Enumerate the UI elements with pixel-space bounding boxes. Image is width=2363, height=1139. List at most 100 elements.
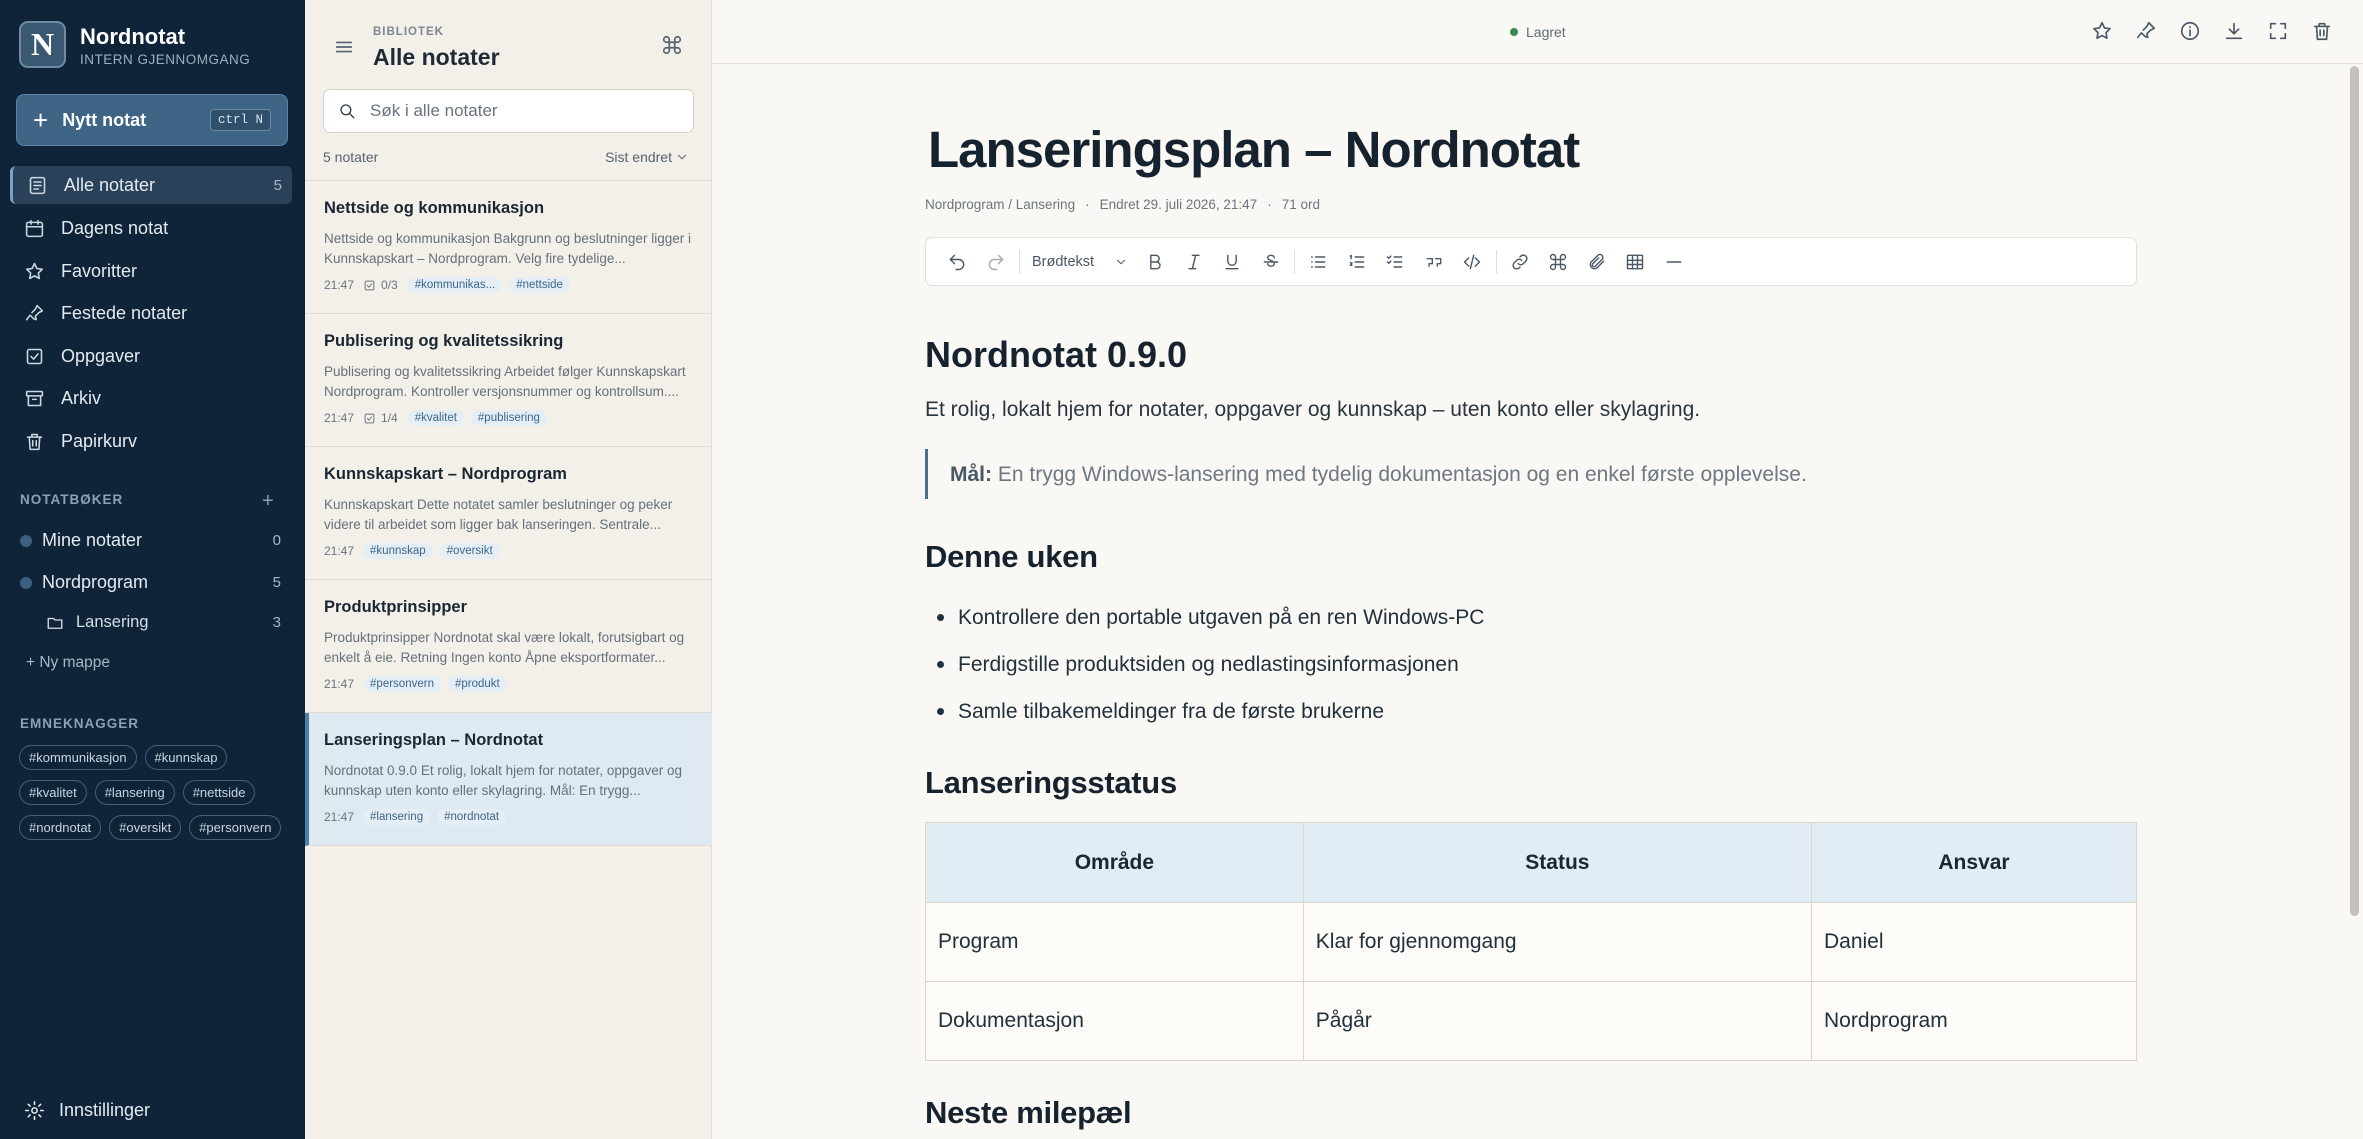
tag-chip[interactable]: #oversikt [109,815,182,840]
undo-button[interactable] [938,252,977,272]
table-cell[interactable]: Klar for gjennomgang [1302,902,1812,982]
tag-chip[interactable]: #personvern [189,815,282,840]
tag-chip[interactable]: #nettside [182,780,256,805]
settings-button[interactable]: Innstillinger [24,1100,150,1121]
scrollbar[interactable] [2350,66,2359,916]
fullscreen-icon[interactable] [2267,20,2289,42]
notebook-item-nordprogram[interactable]: Nordprogram 5 [20,572,285,593]
checklist-button[interactable] [1376,252,1415,272]
tag-chip[interactable]: #kvalitet [19,780,87,805]
add-notebook-icon[interactable]: + [262,490,274,513]
content-heading-2[interactable]: Neste milepæl [925,1095,2137,1131]
blockquote[interactable]: Mål: En trygg Windows-lansering med tyde… [925,449,2137,499]
notebook-item-mine-notater[interactable]: Mine notater 0 [20,530,285,551]
note-tag: #publisering [470,410,547,426]
new-note-button[interactable]: + Nytt notat ctrl N [16,94,288,146]
editor-actions [2091,20,2333,42]
note-card[interactable]: Produktprinsipper Produktprinsipper Nord… [305,580,712,713]
nav-tasks[interactable]: Oppgaver [10,337,292,375]
notebook-dot-icon [20,576,32,589]
list-item[interactable]: Kontrollere den portable utgaven på en r… [925,594,2137,641]
download-icon[interactable] [2223,20,2245,42]
list-item[interactable]: Samle tilbakemeldinger fra de første bru… [925,688,2137,735]
italic-button[interactable] [1175,252,1214,272]
content-paragraph[interactable]: Et rolig, lokalt hjem for notater, oppga… [925,398,2137,422]
content-heading-2[interactable]: Denne uken [925,539,2137,575]
table-header-cell[interactable]: Status [1302,822,1812,903]
breadcrumb[interactable]: Nordprogram / Lansering [925,197,1075,212]
info-icon[interactable] [2179,20,2201,42]
numbered-list-button[interactable] [1338,252,1377,272]
numbered-list-icon [1349,254,1365,268]
meta-separator: · [1085,197,1090,212]
nav-pinned[interactable]: Festede notater [10,294,292,332]
nav-todays-note[interactable]: Dagens notat [10,209,292,247]
table-header-cell[interactable]: Ansvar [1810,822,2138,903]
divider-button[interactable] [1655,252,1694,272]
underline-button[interactable] [1213,252,1252,272]
app-name: Nordnotat [80,24,186,49]
table-cell[interactable]: Program [925,902,1304,982]
redo-button[interactable] [977,252,1016,272]
note-title-heading[interactable]: Lanseringsplan – Nordnotat [928,120,2137,179]
search-icon [340,104,355,119]
folder-icon [47,617,63,629]
command-icon [1550,253,1567,270]
note-card[interactable]: Nettside og kommunikasjon Nettside og ko… [305,181,712,314]
tag-chip[interactable]: #lansering [94,780,175,805]
menu-icon[interactable] [333,36,355,58]
app-logo: N [19,21,66,68]
trash-icon[interactable] [2311,20,2333,42]
note-time: 21:47 [324,544,355,558]
nav-archive[interactable]: Arkiv [10,379,292,417]
note-meta: Nordprogram / Lansering · Endret 29. jul… [925,197,2137,212]
edited-timestamp: Endret 29. juli 2026, 21:47 [1099,197,1258,212]
search-input[interactable] [370,101,670,121]
quote-button[interactable] [1415,252,1454,272]
star-icon[interactable] [2091,20,2113,42]
table-cell[interactable]: Dokumentasjon [925,981,1304,1061]
tag-chip[interactable]: #kunnskap [144,745,228,770]
list-title: Alle notater [373,44,500,70]
note-card-selected[interactable]: Lanseringsplan – Nordnotat Nordnotat 0.9… [305,713,712,846]
link-button[interactable] [1501,252,1540,272]
checklist-icon [1387,254,1403,268]
tag-chip[interactable]: #nordnotat [19,815,102,840]
app-subtitle: INTERN GJENNOMGANG [80,52,251,67]
note-card[interactable]: Publisering og kvalitetssikring Publiser… [305,314,712,447]
quote-icon [1426,257,1442,267]
code-icon [1464,254,1481,269]
nav-all-notes[interactable]: Alle notater 5 [10,166,292,204]
folder-item-lansering[interactable]: Lansering 3 [46,613,285,632]
table-cell[interactable]: Daniel [1810,902,2138,982]
trash-icon [26,433,43,450]
toolbar-divider [1019,249,1020,274]
content-heading-1[interactable]: Nordnotat 0.9.0 [925,334,2137,376]
bold-button[interactable] [1136,252,1175,272]
content-heading-2[interactable]: Lanseringsstatus [925,765,2137,801]
note-card[interactable]: Kunnskapskart – Nordprogram Kunnskapskar… [305,447,712,580]
table-header-cell[interactable]: Område [925,822,1304,903]
block-type-select[interactable]: Brødtekst [1024,254,1136,270]
bullet-list-button[interactable] [1299,252,1338,272]
nav-trash[interactable]: Papirkurv [10,422,292,460]
note-tag: #produkt [447,676,507,692]
table-cell[interactable]: Pågår [1302,981,1812,1061]
command-icon[interactable] [661,34,683,56]
plus-icon: + [33,105,49,135]
table-row: Dokumentasjon Pågår Nordprogram [925,981,2138,1061]
attach-button[interactable] [1578,252,1617,272]
code-button[interactable] [1453,252,1492,272]
strikethrough-button[interactable] [1252,252,1291,272]
table-cell[interactable]: Nordprogram [1810,981,2138,1061]
new-folder-button[interactable]: + Ny mappe [26,654,110,672]
table-button[interactable] [1616,252,1655,272]
paperclip-icon [1589,253,1605,269]
format-toolbar: Brødtekst [925,237,2137,286]
tag-chip[interactable]: #kommunikasjon [19,745,137,770]
nav-favorites[interactable]: Favoritter [10,252,292,290]
pin-icon[interactable] [2135,20,2157,42]
sort-dropdown[interactable]: Sist endret [605,149,689,165]
command-button[interactable] [1539,252,1578,272]
list-item[interactable]: Ferdigstille produktsiden og nedlastings… [925,641,2137,688]
